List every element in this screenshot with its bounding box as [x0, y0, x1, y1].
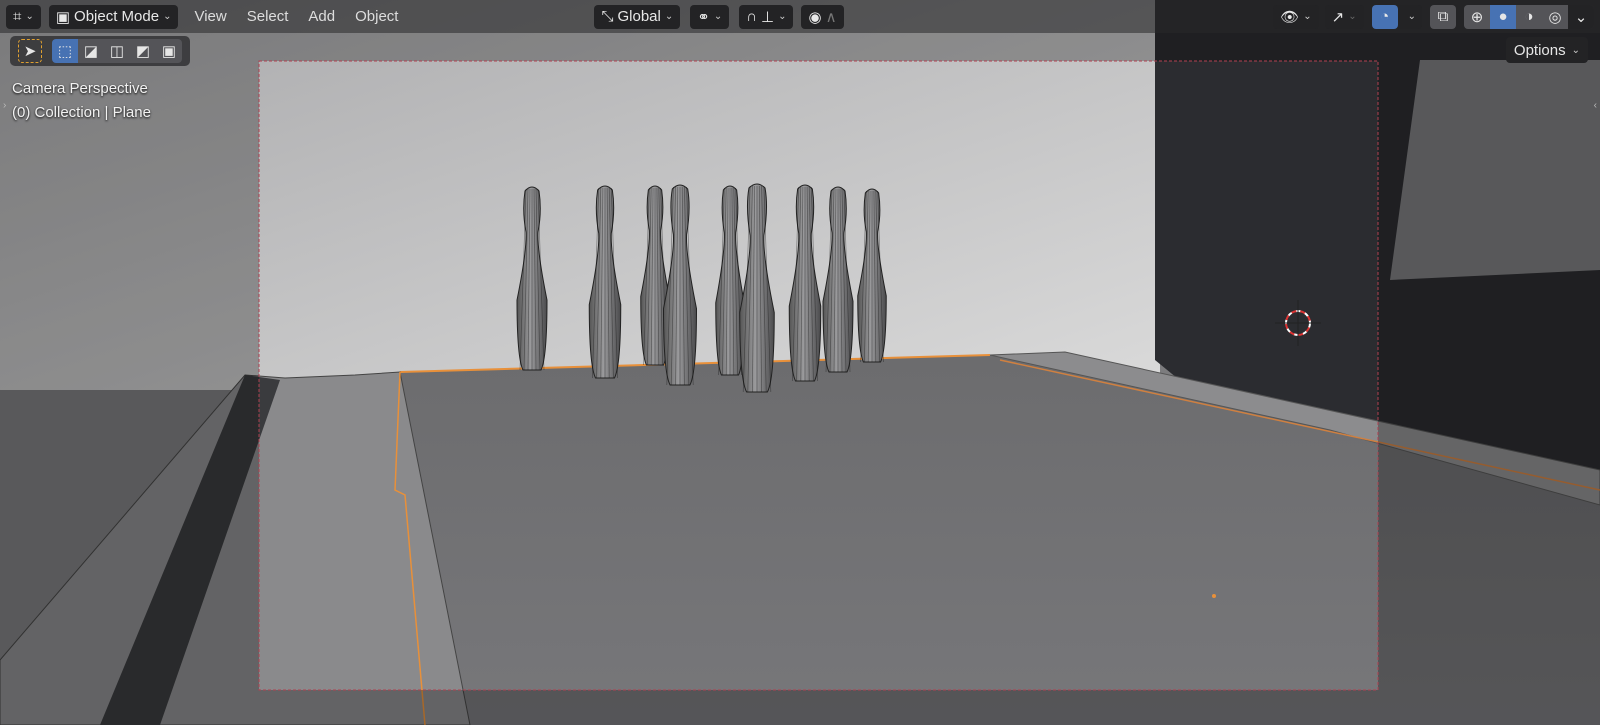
toolbar-expand-icon[interactable]: › — [3, 100, 6, 111]
sidebar-expand-icon[interactable]: ‹ — [1594, 100, 1597, 111]
visibility-dropdown[interactable]: 👁 ⌄ — [1273, 4, 1319, 29]
chevron-down-icon: ⌄ — [1303, 11, 1312, 22]
view-name-label: Camera Perspective — [12, 80, 148, 97]
shading-mode-group: ⊕ ● ◑ ◎ ⌄ — [1464, 4, 1594, 29]
3d-viewport[interactable] — [0, 0, 1600, 725]
chevron-down-icon: ⌄ — [25, 11, 34, 22]
menu-view[interactable]: View — [184, 8, 236, 25]
select-extend-icon[interactable]: ◪ — [78, 39, 104, 63]
menu-add[interactable]: Add — [298, 8, 345, 25]
mode-dropdown[interactable]: ▣ Object Mode ⌄ — [48, 4, 179, 29]
viewport-header: ⌗ ⌄ ▣ Object Mode ⌄ View Select Add Object … — [0, 0, 1600, 33]
menu-select[interactable]: Select — [237, 8, 299, 25]
falloff-curve-icon: ∧ — [825, 8, 837, 26]
options-dropdown[interactable]: Options ⌄ — [1505, 37, 1588, 63]
xray-toggle[interactable]: ⧉ — [1430, 4, 1456, 29]
chevron-down-icon: ⌄ — [1407, 11, 1416, 22]
chevron-down-icon: ⌄ — [1348, 11, 1357, 22]
overlays-icon: ◔ — [1371, 4, 1398, 29]
magnet-icon: ∩ — [746, 8, 757, 25]
overlays-toggle[interactable]: ◔ ⌄ — [1371, 4, 1422, 29]
material-shading-icon[interactable]: ◑ — [1516, 4, 1542, 29]
snap-increment-icon: ⊥ — [761, 8, 775, 26]
select-subtract-icon[interactable]: ◫ — [104, 39, 130, 63]
object-origin — [1212, 594, 1216, 598]
pivot-point-dropdown[interactable]: ⚭ ⌄ — [690, 4, 730, 29]
solid-shading-icon[interactable]: ● — [1490, 4, 1516, 29]
rendered-shading-icon[interactable]: ◎ — [1542, 4, 1568, 29]
pivot-icon: ⚭ — [697, 8, 710, 26]
orientation-axes-icon: ⤡ — [601, 8, 614, 25]
chevron-down-icon: ⌄ — [778, 11, 787, 22]
proportional-editing-toggle[interactable]: ◉ ∧ — [801, 4, 844, 29]
wireframe-shading-icon[interactable]: ⊕ — [1464, 4, 1490, 29]
viewport-icon: ⌗ — [13, 8, 22, 25]
proportional-icon: ◉ — [808, 8, 822, 26]
gizmo-icon: ↗ — [1331, 8, 1345, 26]
tool-settings: ➤ ⬚ ◪ ◫ ◩ ▣ — [10, 36, 190, 66]
chevron-down-icon: ⌄ — [713, 11, 723, 22]
chevron-down-icon: ⌄ — [163, 11, 172, 22]
chevron-down-icon: ⌄ — [664, 11, 674, 22]
select-intersect-icon[interactable]: ▣ — [156, 39, 182, 63]
shading-options-chevron-icon[interactable]: ⌄ — [1568, 4, 1594, 29]
xray-icon: ⧉ — [1437, 8, 1449, 25]
select-new-icon[interactable]: ⬚ — [52, 39, 78, 63]
snap-toggle[interactable]: ∩ ⊥ ⌄ — [739, 4, 794, 29]
object-mode-icon: ▣ — [55, 8, 71, 26]
selection-mode-group: ⬚ ◪ ◫ ◩ ▣ — [52, 39, 182, 63]
editor-type-button[interactable]: ⌗ ⌄ — [6, 4, 41, 29]
gizmo-toggle[interactable]: ↗ ⌄ — [1324, 4, 1364, 29]
select-invert-icon[interactable]: ◩ — [130, 39, 156, 63]
chevron-down-icon: ⌄ — [1571, 44, 1580, 56]
transform-orientation-dropdown[interactable]: ⤡ Global ⌄ — [594, 4, 681, 29]
eye-selectability-icon: 👁 — [1280, 8, 1300, 26]
select-box-tool-icon[interactable]: ➤ — [18, 39, 42, 63]
menu-object[interactable]: Object — [345, 8, 408, 25]
collection-info-label: (0) Collection | Plane — [12, 104, 151, 121]
